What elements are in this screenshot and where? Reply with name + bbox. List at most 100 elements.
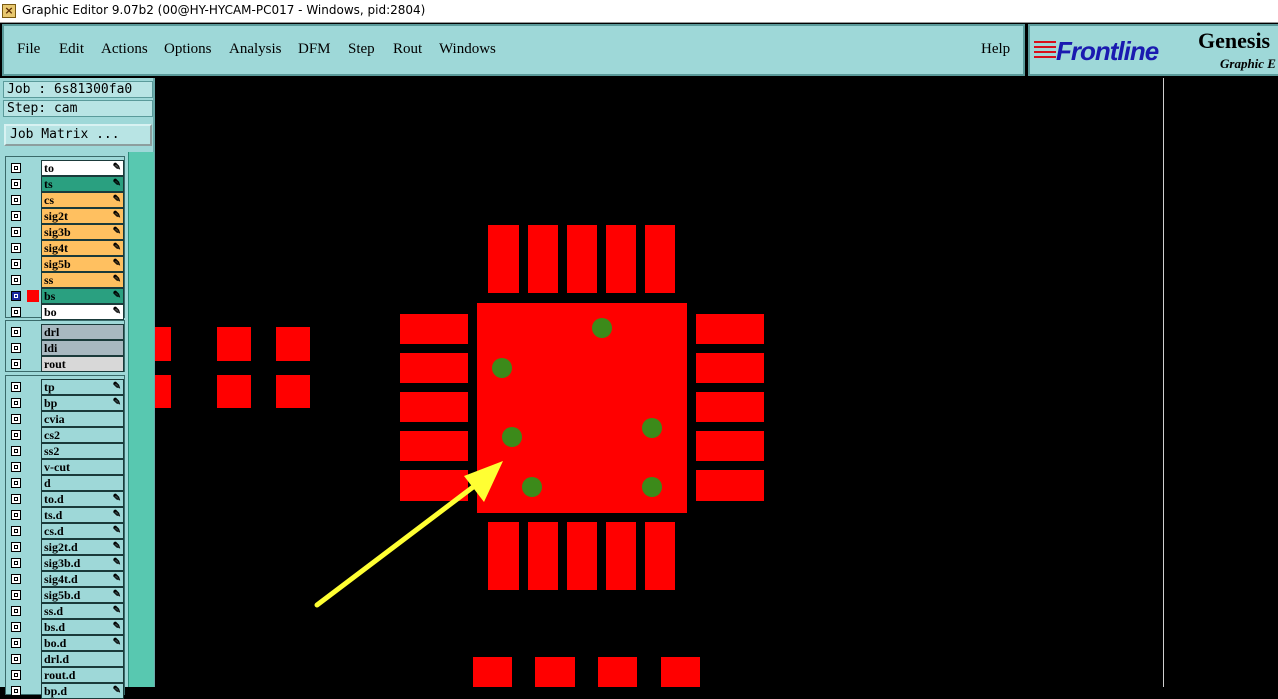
layer-checkbox[interactable] xyxy=(11,478,21,488)
layer-row-drl[interactable]: drl xyxy=(6,324,124,340)
layer-checkbox[interactable] xyxy=(11,343,21,353)
layer-name-label[interactable]: ss2 xyxy=(41,443,124,459)
layer-checkbox[interactable] xyxy=(11,275,21,285)
menu-windows[interactable]: Windows xyxy=(439,41,496,58)
layer-checkbox[interactable] xyxy=(11,494,21,504)
layer-row-sig2t.d[interactable]: sig2t.d ✎ xyxy=(6,539,124,555)
layer-name-label[interactable]: sig4t ✎ xyxy=(41,240,124,256)
layer-checkbox[interactable] xyxy=(11,590,21,600)
layer-row-sig3b[interactable]: sig3b ✎ xyxy=(6,224,124,240)
layer-name-label[interactable]: bp.d ✎ xyxy=(41,683,124,699)
layer-row-rout.d[interactable]: rout.d xyxy=(6,667,124,683)
layer-name-label[interactable]: cs ✎ xyxy=(41,192,124,208)
layer-checkbox[interactable] xyxy=(11,259,21,269)
layer-row-bs[interactable]: bs ✎ xyxy=(6,288,124,304)
layer-name-label[interactable]: rout.d xyxy=(41,667,124,683)
layer-checkbox[interactable] xyxy=(11,382,21,392)
layer-row-sig4t[interactable]: sig4t ✎ xyxy=(6,240,124,256)
layer-row-sig3b.d[interactable]: sig3b.d ✎ xyxy=(6,555,124,571)
layer-row-bp.d[interactable]: bp.d ✎ xyxy=(6,683,124,699)
layer-name-label[interactable]: ss ✎ xyxy=(41,272,124,288)
layer-checkbox[interactable] xyxy=(11,638,21,648)
layer-checkbox[interactable] xyxy=(11,359,21,369)
layer-row-ss2[interactable]: ss2 xyxy=(6,443,124,459)
layer-name-label[interactable]: sig4t.d ✎ xyxy=(41,571,124,587)
layer-name-label[interactable]: ts ✎ xyxy=(41,176,124,192)
layer-row-ts.d[interactable]: ts.d ✎ xyxy=(6,507,124,523)
layer-checkbox[interactable] xyxy=(11,195,21,205)
layer-name-label[interactable]: sig5b.d ✎ xyxy=(41,587,124,603)
layer-row-d[interactable]: d xyxy=(6,475,124,491)
layer-name-label[interactable]: bp ✎ xyxy=(41,395,124,411)
menu-analysis[interactable]: Analysis xyxy=(229,41,282,58)
layer-checkbox[interactable] xyxy=(11,574,21,584)
layer-checkbox[interactable] xyxy=(11,227,21,237)
menu-help[interactable]: Help xyxy=(981,41,1010,58)
menu-dfm[interactable]: DFM xyxy=(298,41,331,58)
layer-checkbox[interactable] xyxy=(11,462,21,472)
layer-row-rout[interactable]: rout xyxy=(6,356,124,372)
layer-name-label[interactable]: cs2 xyxy=(41,427,124,443)
layer-row-sig5b.d[interactable]: sig5b.d ✎ xyxy=(6,587,124,603)
layer-name-label[interactable]: ts.d ✎ xyxy=(41,507,124,523)
layer-checkbox[interactable] xyxy=(11,163,21,173)
layer-name-label[interactable]: sig3b ✎ xyxy=(41,224,124,240)
layer-name-label[interactable]: v-cut xyxy=(41,459,124,475)
menu-edit[interactable]: Edit xyxy=(59,41,84,58)
layer-checkbox[interactable] xyxy=(11,622,21,632)
menu-file[interactable]: File xyxy=(17,41,40,58)
layer-checkbox[interactable] xyxy=(11,526,21,536)
layer-row-to[interactable]: to ✎ xyxy=(6,160,124,176)
graphics-canvas[interactable] xyxy=(155,78,1278,687)
layer-row-cs.d[interactable]: cs.d ✎ xyxy=(6,523,124,539)
layer-name-label[interactable]: drl.d xyxy=(41,651,124,667)
menu-options[interactable]: Options xyxy=(164,41,212,58)
layer-row-tp[interactable]: tp ✎ xyxy=(6,379,124,395)
menu-step[interactable]: Step xyxy=(348,41,375,58)
layer-checkbox[interactable] xyxy=(11,430,21,440)
layer-row-ts[interactable]: ts ✎ xyxy=(6,176,124,192)
layer-name-label[interactable]: cvia xyxy=(41,411,124,427)
layer-name-label[interactable]: drl xyxy=(41,324,124,340)
layer-row-cs2[interactable]: cs2 xyxy=(6,427,124,443)
layer-name-label[interactable]: ldi xyxy=(41,340,124,356)
layer-checkbox[interactable] xyxy=(11,654,21,664)
layer-name-label[interactable]: to.d ✎ xyxy=(41,491,124,507)
layer-row-ldi[interactable]: ldi xyxy=(6,340,124,356)
layer-checkbox[interactable] xyxy=(11,211,21,221)
layer-name-label[interactable]: sig5b ✎ xyxy=(41,256,124,272)
layer-checkbox[interactable] xyxy=(11,558,21,568)
job-matrix-button[interactable]: Job Matrix ... xyxy=(4,124,152,146)
layer-name-label[interactable]: bo.d ✎ xyxy=(41,635,124,651)
layer-checkbox[interactable] xyxy=(11,670,21,680)
layer-name-label[interactable]: d xyxy=(41,475,124,491)
layer-name-label[interactable]: ss.d ✎ xyxy=(41,603,124,619)
layer-checkbox[interactable] xyxy=(11,542,21,552)
layer-row-bo.d[interactable]: bo.d ✎ xyxy=(6,635,124,651)
layer-name-label[interactable]: rout xyxy=(41,356,124,372)
layer-row-ss.d[interactable]: ss.d ✎ xyxy=(6,603,124,619)
layer-name-label[interactable]: to ✎ xyxy=(41,160,124,176)
layer-checkbox[interactable] xyxy=(11,414,21,424)
layer-checkbox[interactable] xyxy=(11,327,21,337)
layer-name-label[interactable]: sig3b.d ✎ xyxy=(41,555,124,571)
layer-name-label[interactable]: bo ✎ xyxy=(41,304,124,320)
layer-row-bp[interactable]: bp ✎ xyxy=(6,395,124,411)
layer-checkbox[interactable] xyxy=(11,179,21,189)
layer-row-sig4t.d[interactable]: sig4t.d ✎ xyxy=(6,571,124,587)
layer-checkbox[interactable] xyxy=(11,398,21,408)
layer-checkbox[interactable] xyxy=(11,606,21,616)
layer-name-label[interactable]: cs.d ✎ xyxy=(41,523,124,539)
layer-row-to.d[interactable]: to.d ✎ xyxy=(6,491,124,507)
layer-checkbox[interactable] xyxy=(11,510,21,520)
layer-checkbox[interactable] xyxy=(11,291,21,301)
layer-checkbox[interactable] xyxy=(11,307,21,317)
layer-row-v-cut[interactable]: v-cut xyxy=(6,459,124,475)
layer-name-label[interactable]: sig2t ✎ xyxy=(41,208,124,224)
menu-rout[interactable]: Rout xyxy=(393,41,422,58)
layer-name-label[interactable]: bs.d ✎ xyxy=(41,619,124,635)
layer-row-drl.d[interactable]: drl.d xyxy=(6,651,124,667)
layer-list-scrollbar[interactable] xyxy=(128,152,154,687)
layer-name-label[interactable]: tp ✎ xyxy=(41,379,124,395)
layer-row-cs[interactable]: cs ✎ xyxy=(6,192,124,208)
